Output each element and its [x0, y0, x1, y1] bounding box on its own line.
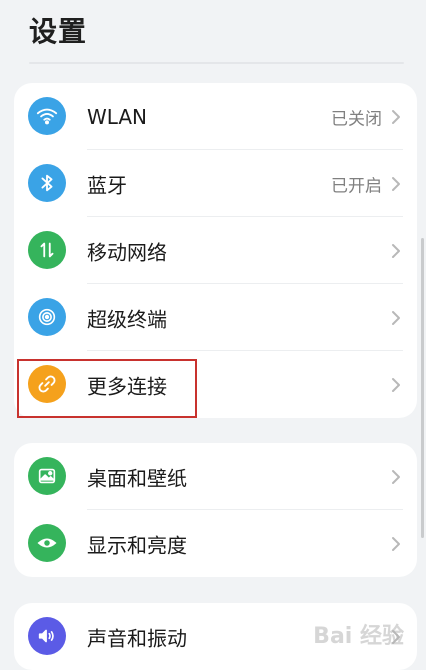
settings-item-bluetooth[interactable]: 蓝牙 已开启 — [14, 150, 417, 217]
settings-item-wlan[interactable]: WLAN 已关闭 — [14, 83, 417, 150]
settings-item-label: 显示和亮度 — [87, 533, 187, 557]
mobile-data-icon — [28, 231, 66, 269]
settings-item-super-device[interactable]: 超级终端 — [14, 284, 417, 351]
scrollbar[interactable] — [421, 238, 424, 538]
eye-icon — [28, 524, 66, 562]
chevron-right-icon — [392, 377, 400, 392]
wifi-icon — [28, 97, 66, 135]
settings-item-label: 声音和振动 — [87, 626, 187, 650]
highlight-box — [17, 359, 197, 418]
chevron-right-icon — [392, 310, 400, 325]
settings-item-label: 移动网络 — [87, 240, 167, 264]
bluetooth-status: 已开启 — [331, 176, 382, 196]
chevron-right-icon — [392, 176, 400, 191]
page-title: 设置 — [29, 15, 88, 48]
chevron-right-icon — [392, 469, 400, 484]
super-device-icon — [28, 298, 66, 336]
settings-item-display-brightness[interactable]: 显示和亮度 — [14, 510, 417, 577]
settings-item-label: 桌面和壁纸 — [87, 466, 187, 490]
bluetooth-icon — [28, 164, 66, 202]
chevron-right-icon — [392, 109, 400, 124]
settings-item-label: 超级终端 — [87, 307, 167, 331]
chevron-right-icon — [392, 536, 400, 551]
watermark: Bai 经验 — [313, 624, 404, 649]
header-divider — [29, 62, 404, 64]
display-card: 桌面和壁纸 显示和亮度 — [14, 443, 417, 577]
chevron-right-icon — [392, 243, 400, 258]
settings-item-mobile-network[interactable]: 移动网络 — [14, 217, 417, 284]
wlan-status: 已关闭 — [331, 109, 382, 129]
sound-icon — [28, 617, 66, 655]
settings-item-label: WLAN — [87, 104, 148, 129]
settings-item-wallpaper[interactable]: 桌面和壁纸 — [14, 443, 417, 510]
settings-item-label: 蓝牙 — [87, 173, 127, 197]
wallpaper-icon — [28, 457, 66, 495]
